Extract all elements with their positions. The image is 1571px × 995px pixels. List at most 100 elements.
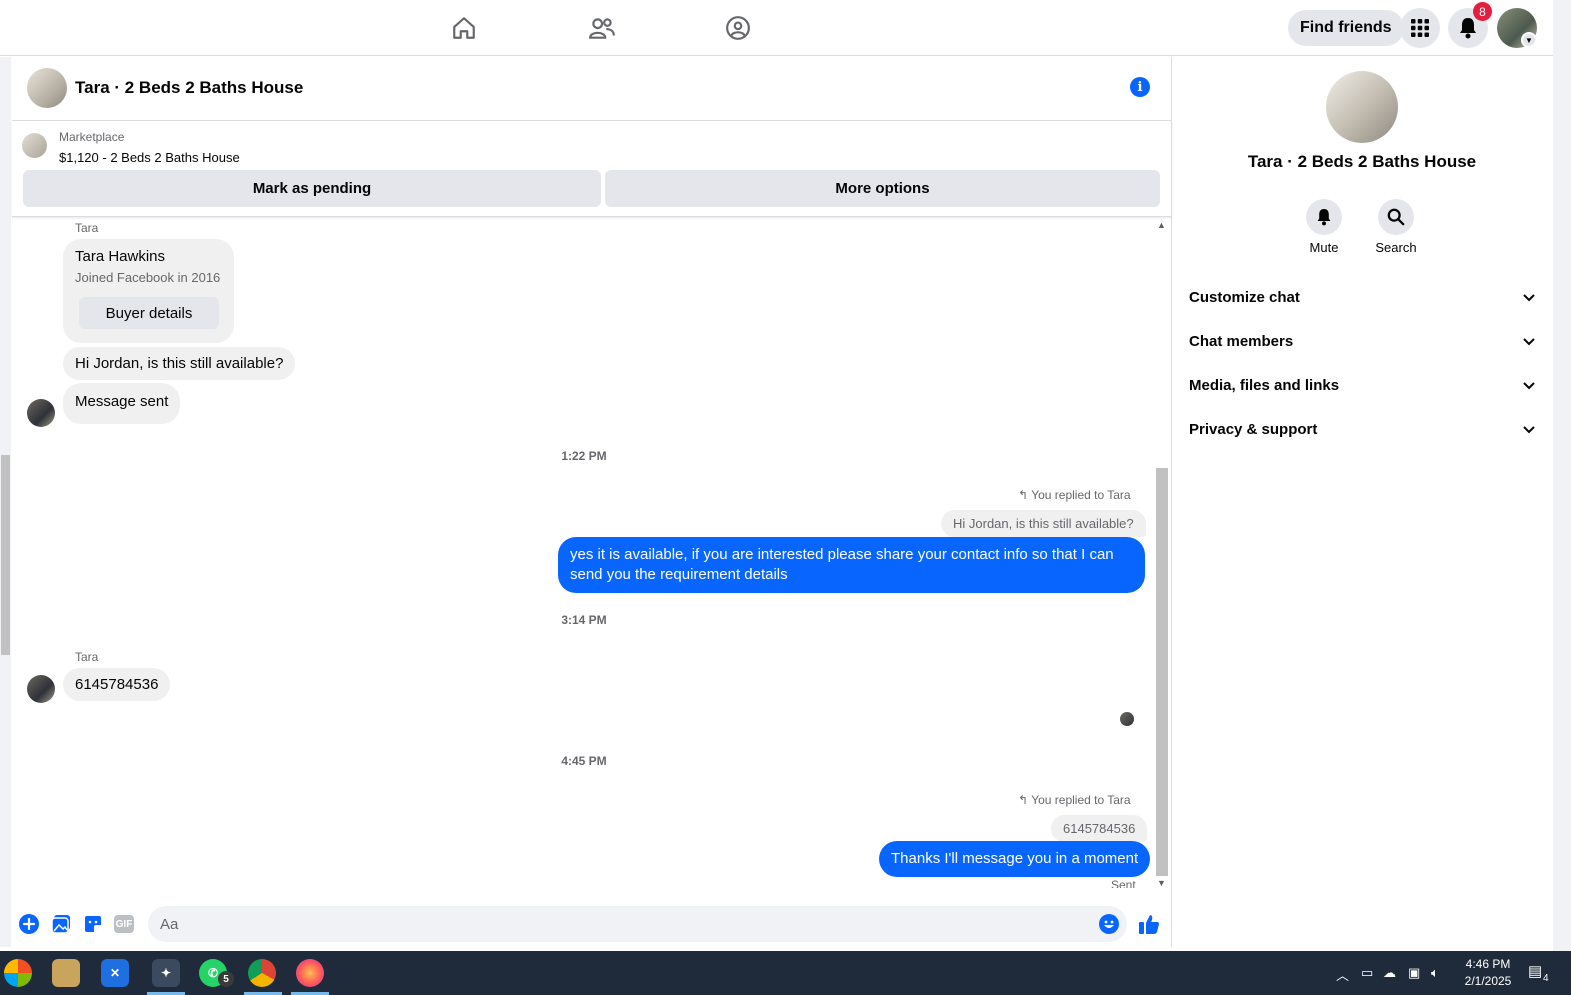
chevron-down-icon <box>1523 421 1535 438</box>
friends-icon[interactable] <box>586 12 618 44</box>
emoji-icon[interactable] <box>1098 913 1120 935</box>
notification-badge: 8 <box>1473 2 1492 21</box>
sender-avatar[interactable] <box>27 675 55 703</box>
firefox-icon[interactable] <box>296 959 324 987</box>
listing-title[interactable]: $1,120 - 2 Beds 2 Baths House <box>59 150 240 165</box>
message-composer: GIF Aa <box>12 902 1172 947</box>
listing-thumbnail[interactable] <box>22 133 47 158</box>
buyer-name: Tara Hawkins <box>75 248 166 265</box>
reply-indicator: ↰ You replied to Tara <box>1018 793 1131 807</box>
incoming-message[interactable]: Hi Jordan, is this still available? <box>63 347 296 380</box>
chrome-icon[interactable] <box>248 959 276 987</box>
chat-title[interactable]: Tara · 2 Beds 2 Baths House <box>75 78 303 98</box>
quoted-message[interactable]: Hi Jordan, is this still available? <box>941 510 1146 537</box>
windows-taskbar: ✕ ✦ ✆ 5 ︿ ▭ ☁ ▣ 🔈︎ 4:46 PM 2/1/2025 ▤ 4 <box>0 951 1571 995</box>
privacy-support-row[interactable]: Privacy & support <box>1189 409 1535 449</box>
chat-panel: Tara · 2 Beds 2 Baths House i Marketplac… <box>12 57 1172 947</box>
sender-name: Tara <box>75 650 99 664</box>
chat-members-row[interactable]: Chat members <box>1189 321 1535 361</box>
info-icon[interactable]: i <box>1130 77 1150 97</box>
message-input[interactable]: Aa <box>148 906 1127 942</box>
message-list: Tara Tara Hawkins Joined Facebook in 201… <box>12 218 1156 888</box>
vscode-icon[interactable]: ✕ <box>101 959 129 987</box>
buyer-details-button[interactable]: Buyer details <box>79 297 219 329</box>
chevron-down-icon <box>1523 333 1535 350</box>
sender-name: Tara <box>75 221 99 235</box>
chevron-down-icon <box>1523 377 1535 394</box>
page-scrollbar[interactable] <box>1553 0 1571 951</box>
outgoing-message[interactable]: yes it is available, if you are interest… <box>558 537 1145 593</box>
home-icon[interactable] <box>448 12 480 44</box>
notification-center-icon[interactable]: ▤ <box>1528 962 1542 980</box>
message-status: Sent <box>1111 878 1136 888</box>
mark-as-pending-button[interactable]: Mark as pending <box>23 170 601 207</box>
chat-avatar[interactable] <box>27 68 67 108</box>
bell-icon <box>1460 18 1476 39</box>
row-label: Chat members <box>1189 332 1294 350</box>
mute-label: Mute <box>1309 240 1339 255</box>
media-files-links-row[interactable]: Media, files and links <box>1189 365 1535 405</box>
timestamp: 4:45 PM <box>561 754 607 768</box>
groups-icon[interactable] <box>722 12 754 44</box>
system-clock[interactable]: 4:46 PM 2/1/2025 <box>1457 956 1519 990</box>
menu-grid-button[interactable] <box>1400 8 1440 48</box>
row-label: Customize chat <box>1189 288 1300 306</box>
notification-center-badge: 4 <box>1543 973 1549 984</box>
conversation-info-panel: Tara · 2 Beds 2 Baths House Mute Search … <box>1173 57 1553 947</box>
outgoing-message-line: send you the requirement details <box>570 566 788 583</box>
chevron-down-icon <box>1523 289 1535 306</box>
search-button[interactable]: Search <box>1366 199 1426 255</box>
app-icon[interactable]: ✦ <box>152 959 180 987</box>
search-label: Search <box>1375 240 1417 255</box>
chat-scrollbar[interactable]: ▲ ▼ <box>1154 218 1172 894</box>
start-app-icon[interactable] <box>4 959 32 987</box>
reply-indicator-text: You replied to Tara <box>1031 793 1131 807</box>
bell-icon <box>1306 199 1342 235</box>
chevron-up-icon[interactable]: ︿ <box>1336 965 1349 984</box>
row-label: Media, files and links <box>1189 376 1340 394</box>
find-friends-button[interactable]: Find friends <box>1288 10 1404 46</box>
reply-indicator: ↰ You replied to Tara <box>1018 488 1131 502</box>
reply-icon: ↰ <box>1018 488 1029 502</box>
reply-indicator-text: You replied to Tara <box>1031 488 1131 502</box>
scroll-down-icon[interactable]: ▼ <box>1157 878 1166 888</box>
conversation-name: Tara · 2 Beds 2 Baths House <box>1247 152 1477 171</box>
menu-grid-icon <box>1411 19 1429 37</box>
left-scrollbar[interactable] <box>0 57 11 947</box>
customize-chat-row[interactable]: Customize chat <box>1189 277 1535 317</box>
chevron-down-icon[interactable]: ▼ <box>1521 32 1537 48</box>
onedrive-icon[interactable]: ☁ <box>1383 965 1396 981</box>
outgoing-message[interactable]: Thanks I'll message you in a moment <box>879 841 1151 877</box>
whatsapp-badge: 5 <box>218 971 234 987</box>
more-options-button[interactable]: More options <box>605 170 1160 207</box>
incoming-message[interactable]: 6145784536 <box>63 668 171 701</box>
left-scrollbar-thumb[interactable] <box>1 455 10 655</box>
marketplace-bar: Marketplace $1,120 - 2 Beds 2 Baths Hous… <box>12 121 1172 217</box>
conversation-avatar[interactable] <box>1326 71 1398 143</box>
gif-icon[interactable]: GIF <box>113 913 135 935</box>
chat-scrollbar-thumb[interactable] <box>1156 468 1168 876</box>
reply-icon: ↰ <box>1018 793 1029 807</box>
add-icon[interactable] <box>18 913 40 935</box>
volume-icon[interactable]: 🔈︎ <box>1431 965 1439 981</box>
message-input-placeholder: Aa <box>160 915 179 933</box>
file-explorer-icon[interactable] <box>52 959 80 987</box>
search-icon <box>1378 199 1414 235</box>
buyer-joined: Joined Facebook in 2016 <box>75 270 221 285</box>
mute-button[interactable]: Mute <box>1294 199 1354 255</box>
meet-now-icon[interactable]: ▭ <box>1361 965 1373 981</box>
clock-time: 4:46 PM <box>1465 957 1511 971</box>
like-icon[interactable] <box>1138 913 1160 935</box>
row-label: Privacy & support <box>1189 420 1318 438</box>
timestamp: 3:14 PM <box>561 613 607 627</box>
quoted-message[interactable]: 6145784536 <box>1051 815 1148 842</box>
incoming-message[interactable]: Message sent <box>63 383 181 424</box>
scroll-up-icon[interactable]: ▲ <box>1157 220 1166 230</box>
outgoing-message-line: yes it is available, if you are interest… <box>570 546 1114 563</box>
clock-date: 2/1/2025 <box>1464 974 1512 988</box>
seen-avatar <box>1120 712 1134 726</box>
network-icon[interactable]: ▣ <box>1408 965 1420 981</box>
sticker-icon[interactable] <box>82 913 104 935</box>
photo-icon[interactable] <box>50 913 72 935</box>
sender-avatar[interactable] <box>27 399 55 427</box>
